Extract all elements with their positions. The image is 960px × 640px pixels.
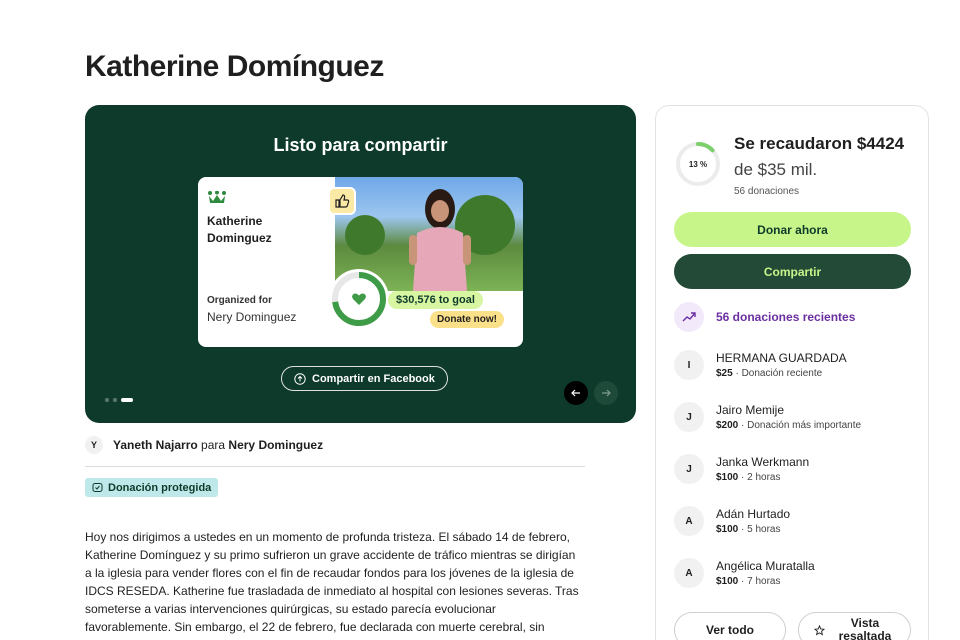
donor-avatar: I bbox=[674, 350, 704, 380]
donor-amount: $200 bbox=[716, 420, 739, 431]
person-figure bbox=[409, 189, 471, 291]
donor-item: A Adán Hurtado $100 · 5 horas bbox=[674, 506, 790, 536]
protected-donation-label: Donación protegida bbox=[108, 481, 212, 494]
donor-name: Jairo Memije bbox=[716, 403, 785, 417]
card-organized-name: Nery Dominguez bbox=[207, 310, 297, 324]
share-title: Listo para compartir bbox=[273, 135, 448, 155]
see-all-button[interactable]: Ver todo bbox=[674, 612, 786, 640]
donor-meta: $200 · Donación más importante bbox=[716, 420, 861, 431]
beneficiary-name[interactable]: Nery Dominguez bbox=[228, 438, 323, 452]
donor-note: · 2 horas bbox=[738, 472, 781, 483]
shield-icon bbox=[92, 483, 103, 492]
organizer-avatar: Y bbox=[85, 436, 103, 454]
donor-meta: $25 · Donación reciente bbox=[716, 368, 847, 379]
carousel-prev-button[interactable] bbox=[564, 381, 588, 405]
share-button[interactable]: Compartir bbox=[674, 254, 911, 289]
donor-avatar: A bbox=[674, 506, 704, 536]
donor-amount: $100 bbox=[716, 524, 739, 535]
card-organized-label: Organized for bbox=[207, 295, 273, 306]
divider bbox=[85, 466, 585, 467]
organizer-row: Y Yaneth Najarro para Nery Dominguez bbox=[85, 436, 323, 454]
donor-item: I HERMANA GUARDADA $25 · Donación recien… bbox=[674, 350, 847, 380]
donor-item: J Jairo Memije $200 · Donación más impor… bbox=[674, 402, 861, 432]
carousel-dot[interactable] bbox=[105, 398, 109, 402]
donate-now-button[interactable]: Donar ahora bbox=[674, 212, 911, 247]
organizer-text: Yaneth Najarro para Nery Dominguez bbox=[113, 438, 323, 452]
donor-item: A Angélica Muratalla $100 · 7 horas bbox=[674, 558, 815, 588]
crown-icon bbox=[208, 191, 226, 203]
donor-note: · Donación más importante bbox=[738, 420, 862, 431]
donor-amount: $100 bbox=[716, 472, 739, 483]
organizer-connector: para bbox=[201, 438, 226, 452]
donor-name: Angélica Muratalla bbox=[716, 559, 815, 573]
donor-item: J Janka Werkmann $100 · 2 horas bbox=[674, 454, 809, 484]
donor-amount: $100 bbox=[716, 576, 739, 587]
trending-up-icon bbox=[674, 302, 704, 332]
donor-note: · Donación reciente bbox=[732, 368, 823, 379]
donor-meta: $100 · 5 horas bbox=[716, 524, 790, 535]
donor-avatar: J bbox=[674, 454, 704, 484]
goal-remaining-pill: $30,576 to goal bbox=[388, 291, 483, 309]
thumbs-up-icon bbox=[328, 187, 356, 215]
story-text: Hoy nos dirigimos a ustedes en un moment… bbox=[85, 530, 579, 634]
donor-meta: $100 · 2 horas bbox=[716, 472, 809, 483]
carousel-dot-active[interactable] bbox=[121, 398, 133, 402]
featured-view-label: Vista resaltada bbox=[838, 616, 892, 640]
share-card-preview: Katherine Dominguez Organized for Nery D… bbox=[198, 177, 523, 347]
page-title: Katherine Domínguez bbox=[85, 50, 384, 83]
card-campaign-name: Katherine Dominguez bbox=[207, 214, 272, 245]
upload-icon bbox=[294, 372, 306, 385]
carousel-next-button[interactable] bbox=[594, 381, 618, 405]
donor-meta: $100 · 7 horas bbox=[716, 576, 815, 587]
donor-name: Adán Hurtado bbox=[716, 507, 791, 521]
amount-raised: Se recaudaron $4424 bbox=[734, 134, 905, 153]
donation-count: 56 donaciones bbox=[734, 186, 800, 197]
donate-now-pill: Donate now! bbox=[430, 311, 504, 328]
recent-donations-label: 56 donaciones recientes bbox=[716, 310, 856, 324]
progress-percent: 13 % bbox=[688, 159, 708, 169]
donor-note: · 5 horas bbox=[738, 524, 781, 535]
donation-sidebar: 13 % Se recaudaron $4424 de $35 mil. 56 … bbox=[655, 105, 929, 640]
heart-icon bbox=[352, 293, 366, 305]
organizer-name[interactable]: Yaneth Najarro bbox=[113, 438, 198, 452]
donor-name: Janka Werkmann bbox=[716, 455, 810, 469]
protected-donation-badge[interactable]: Donación protegida bbox=[85, 478, 219, 497]
share-carousel: Listo para compartir Katherine Dominguez… bbox=[85, 105, 636, 423]
recent-donations-link[interactable]: 56 donaciones recientes bbox=[674, 302, 855, 332]
donor-name: HERMANA GUARDADA bbox=[716, 351, 847, 365]
carousel-indicators bbox=[105, 398, 133, 402]
share-facebook-label: Compartir en Facebook bbox=[312, 372, 435, 385]
arrow-right-icon bbox=[602, 389, 611, 397]
donor-amount: $25 bbox=[716, 368, 733, 379]
goal-progress-ring bbox=[329, 269, 389, 329]
share-facebook-button[interactable]: Compartir en Facebook bbox=[281, 366, 448, 391]
star-icon bbox=[814, 624, 825, 635]
carousel-dot[interactable] bbox=[113, 398, 117, 402]
donor-avatar: A bbox=[674, 558, 704, 588]
arrow-left-icon bbox=[571, 389, 580, 397]
featured-view-button[interactable]: Vista resaltada bbox=[798, 612, 911, 640]
donor-avatar: J bbox=[674, 402, 704, 432]
goal-amount: de $35 mil. bbox=[734, 160, 818, 179]
donor-note: · 7 horas bbox=[738, 576, 781, 587]
